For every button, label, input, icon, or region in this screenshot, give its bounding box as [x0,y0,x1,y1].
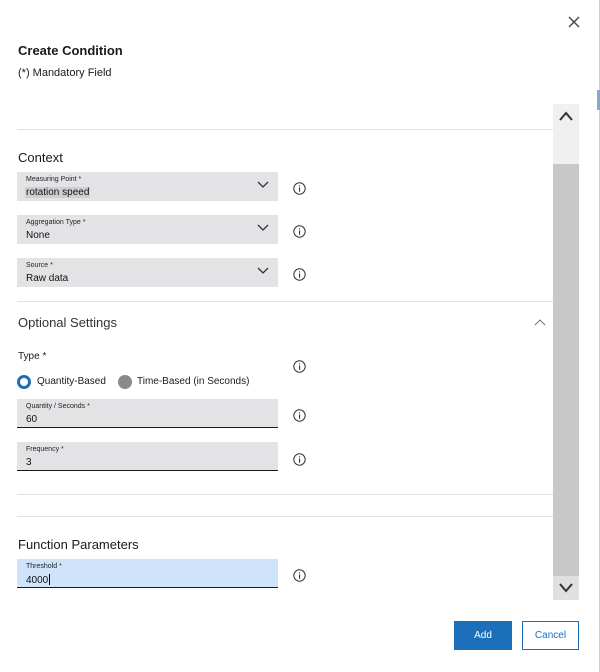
chevron-down-icon [257,181,269,188]
aggregation-type-select[interactable]: Aggregation Type * None [17,215,278,244]
source-value: Raw data [26,273,69,284]
threshold-label: Threshold * [26,563,62,570]
mandatory-note: (*) Mandatory Field [18,67,112,79]
vertical-scrollbar[interactable] [553,104,579,600]
quantity-seconds-label: Quantity / Seconds * [26,403,90,410]
info-icon[interactable] [293,569,306,582]
quantity-seconds-input[interactable]: Quantity / Seconds * 60 [17,399,278,428]
context-heading: Context [18,150,63,165]
time-based-radio[interactable] [118,375,132,389]
chevron-down-icon [257,267,269,274]
create-condition-dialog: Create Condition (*) Mandatory Field Con… [0,0,600,672]
scroll-up-button[interactable] [553,104,579,128]
divider [17,301,553,302]
threshold-value: 4000 [26,574,51,586]
optional-settings-heading[interactable]: Optional Settings [18,315,117,330]
frequency-input[interactable]: Frequency * 3 [17,442,278,471]
info-icon[interactable] [293,453,306,466]
measuring-point-select[interactable]: Measuring Point * rotation speed [17,172,278,201]
time-based-label[interactable]: Time-Based (in Seconds) [137,376,249,387]
dialog-title: Create Condition [18,43,123,58]
source-label: Source * [26,262,53,269]
type-label: Type * [18,351,47,362]
aggregation-type-label: Aggregation Type * [26,219,86,226]
scroll-down-button[interactable] [553,576,579,600]
frequency-value: 3 [26,457,32,468]
info-icon[interactable] [293,268,306,281]
chevron-up-icon[interactable] [534,318,546,326]
form-scroll-area: Context Measuring Point * rotation speed… [0,104,553,600]
chevron-down-icon [257,224,269,231]
info-icon[interactable] [293,360,306,373]
aggregation-type-value: None [26,230,50,241]
source-select[interactable]: Source * Raw data [17,258,278,287]
text-caret [49,574,51,585]
divider [17,516,553,517]
chevron-down-icon [559,583,573,593]
info-icon[interactable] [293,182,306,195]
cancel-button[interactable]: Cancel [522,621,579,650]
quantity-based-label[interactable]: Quantity-Based [37,376,106,387]
chevron-up-icon [559,111,573,121]
measuring-point-value: rotation speed [25,187,91,198]
function-parameters-heading: Function Parameters [18,537,139,552]
info-icon[interactable] [293,225,306,238]
close-icon[interactable] [565,13,583,31]
divider [17,494,553,495]
info-icon[interactable] [293,409,306,422]
measuring-point-label: Measuring Point * [26,176,82,183]
quantity-seconds-value: 60 [26,414,38,425]
threshold-value-text: 4000 [26,575,49,586]
add-button[interactable]: Add [454,621,512,650]
divider [17,129,553,130]
quantity-based-radio[interactable] [17,375,31,389]
frequency-label: Frequency * [26,446,64,453]
threshold-input[interactable]: Threshold * 4000 [17,559,278,588]
